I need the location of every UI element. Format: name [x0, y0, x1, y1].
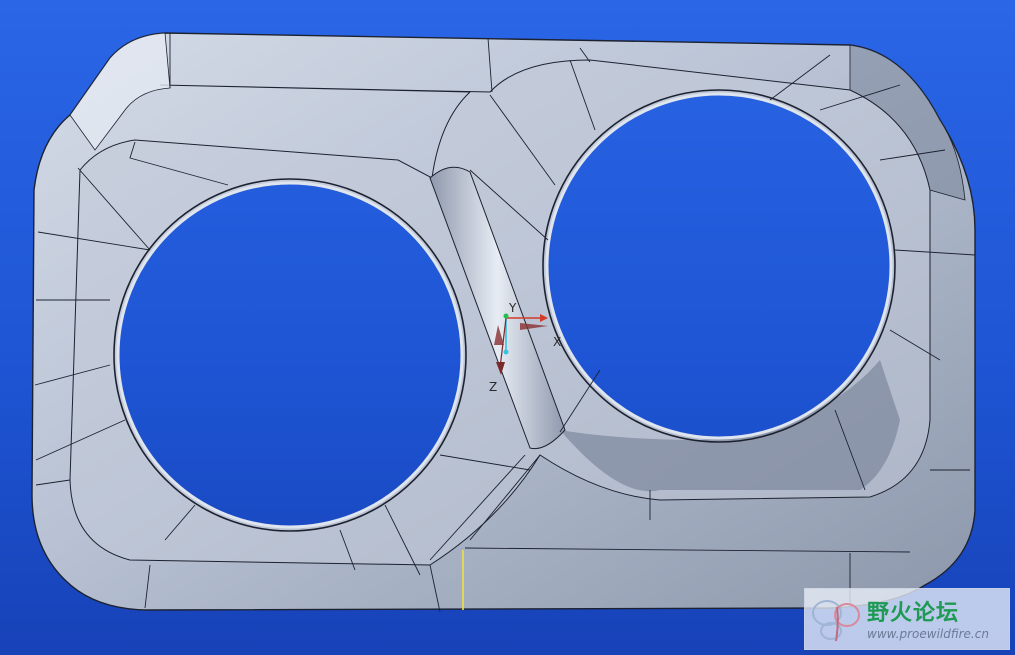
watermark-title: 野火论坛: [867, 601, 960, 626]
butterfly-logo-icon: [812, 600, 860, 642]
3d-model-scene[interactable]: Y X Z: [0, 0, 1015, 655]
csys-origin: [503, 313, 509, 319]
forum-watermark: 野火论坛 www.proewildfire.cn: [804, 588, 1010, 650]
y-axis-label: Y: [508, 301, 517, 315]
watermark-url: www.proewildfire.cn: [867, 627, 989, 641]
graphics-viewport[interactable]: Y X Z 野火论坛 www.proewildfire.cn: [0, 0, 1015, 655]
part-body[interactable]: [31, 32, 976, 611]
x-axis-label: X: [553, 335, 561, 349]
csys-y-end: [503, 349, 509, 355]
z-axis-label: Z: [489, 380, 497, 394]
